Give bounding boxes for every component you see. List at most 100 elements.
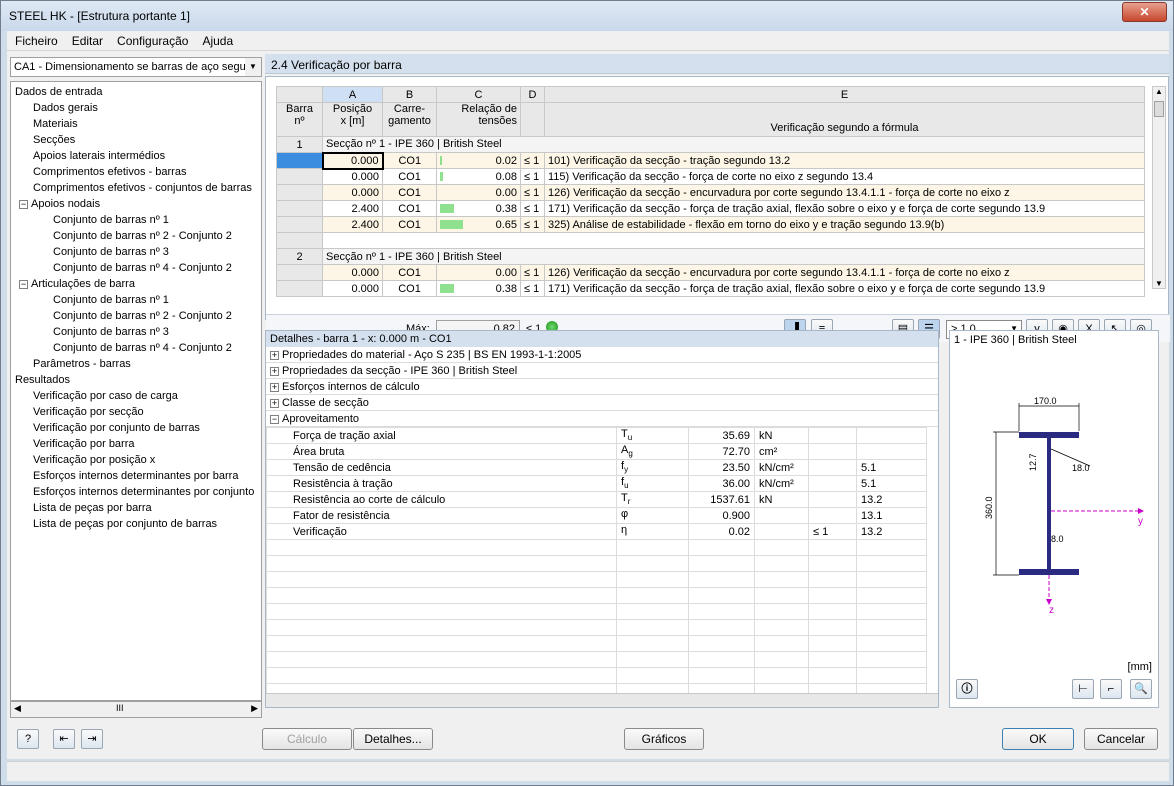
tree-item[interactable]: Conjunto de barras nº 2 - Conjunto 2 — [53, 308, 232, 324]
section-row[interactable]: + Propriedades da secção - IPE 360 | Brit… — [266, 363, 938, 379]
scroll-left-icon[interactable]: ◀ — [14, 703, 21, 714]
table-row[interactable]: 0.000 CO1 0.00 ≤ 1 126) Verificação da secçã… — [276, 184, 1145, 201]
tree-item[interactable]: Verificação por posição x — [33, 452, 155, 468]
row-header[interactable] — [276, 264, 323, 281]
tree-item[interactable]: Verificação por secção — [33, 404, 144, 420]
expand-icon[interactable]: + — [270, 351, 279, 360]
graphics-button[interactable]: Gráficos — [624, 728, 704, 750]
section-aproveitamento[interactable]: − Aproveitamento — [266, 411, 938, 427]
tree-item[interactable]: Verificação por conjunto de barras — [33, 420, 200, 436]
section-row[interactable]: + Classe de secção — [266, 395, 938, 411]
help-icon[interactable]: ? — [17, 729, 39, 749]
position-cell[interactable]: 0.000 — [322, 168, 383, 185]
export-icon[interactable]: ⇥ — [81, 729, 103, 749]
expand-icon[interactable]: + — [270, 383, 279, 392]
tree-root-results[interactable]: Resultados — [15, 372, 70, 388]
section-row[interactable]: + Esforços internos de cálculo — [266, 379, 938, 395]
zoom-icon[interactable]: 🔍 — [1130, 679, 1152, 699]
loading-cell[interactable]: CO1 — [382, 152, 437, 169]
tree-item[interactable]: Esforços internos determinantes por conj… — [33, 484, 254, 500]
info-icon[interactable]: ⓘ — [956, 679, 978, 699]
tree-item[interactable]: Conjunto de barras nº 1 — [53, 212, 169, 228]
grid-vertical-scrollbar[interactable]: ▲ ▼ — [1152, 86, 1166, 289]
menu-configuracao[interactable]: Configuração — [109, 31, 194, 48]
tree-root-input[interactable]: Dados de entrada — [15, 84, 102, 100]
tree-item[interactable]: Conjunto de barras nº 3 — [53, 324, 169, 340]
tree-item[interactable]: Conjunto de barras nº 1 — [53, 292, 169, 308]
loading-cell[interactable]: CO1 — [382, 184, 437, 201]
formula-cell[interactable]: 171) Verificação da secção - força de tr… — [544, 200, 1145, 217]
section-row[interactable]: + Propriedades do material - Aço S 235 | … — [266, 347, 938, 363]
scroll-right-icon[interactable]: ▶ — [251, 703, 258, 714]
tree-item[interactable]: Lista de peças por barra — [33, 500, 152, 516]
close-button[interactable]: ✕ — [1122, 2, 1167, 22]
tree-item[interactable]: Verificação por caso de carga — [33, 388, 178, 404]
row-header[interactable] — [276, 200, 323, 217]
position-cell[interactable]: 2.400 — [322, 200, 383, 217]
loading-cell[interactable]: CO1 — [382, 280, 437, 297]
collapse-icon[interactable]: − — [19, 280, 28, 289]
tree-item-nodal-supports[interactable]: − Apoios nodais — [19, 196, 100, 212]
row-header[interactable] — [276, 168, 323, 185]
column-letter[interactable]: A — [322, 86, 383, 103]
member-number[interactable]: 1 — [276, 136, 323, 153]
position-cell[interactable]: 0.000 — [322, 184, 383, 201]
tree-horizontal-scrollbar[interactable]: ◀ III ▶ — [10, 701, 262, 718]
row-header[interactable] — [276, 280, 323, 297]
expand-icon[interactable]: + — [270, 399, 279, 408]
loading-cell[interactable]: CO1 — [382, 216, 437, 233]
column-letter[interactable]: B — [382, 86, 437, 103]
position-cell[interactable]: 2.400 — [322, 216, 383, 233]
formula-cell[interactable]: 325) Análise de estabilidade - flexão em… — [544, 216, 1145, 233]
tree-item[interactable]: Esforços internos determinantes por barr… — [33, 468, 238, 484]
ratio-cell[interactable]: 0.38 — [436, 200, 521, 217]
loading-cell[interactable]: CO1 — [382, 264, 437, 281]
ratio-cell[interactable]: 0.00 — [436, 184, 521, 201]
row-header[interactable] — [276, 216, 323, 233]
tree-item[interactable]: Dados gerais — [33, 100, 98, 116]
ratio-cell[interactable]: 0.00 — [436, 264, 521, 281]
column-letter[interactable]: D — [520, 86, 545, 103]
table-group-row[interactable]: 1 Secção nº 1 - IPE 360 | British Steel — [276, 136, 1145, 153]
tree-item[interactable]: Conjunto de barras nº 4 - Conjunto 2 — [53, 260, 232, 276]
tree-item-member-hinges[interactable]: − Articulações de barra — [19, 276, 135, 292]
table-row[interactable]: 0.000 CO1 0.08 ≤ 1 115) Verificação da secçã… — [276, 168, 1145, 185]
axes-icon[interactable]: ⌐ — [1100, 679, 1122, 699]
tree-item[interactable]: Comprimentos efetivos - conjuntos de bar… — [33, 180, 252, 196]
scroll-up-icon[interactable]: ▲ — [1155, 87, 1163, 96]
chevron-down-icon[interactable]: ▼ — [245, 58, 261, 76]
table-row[interactable]: 2.400 CO1 0.38 ≤ 1 171) Verificação da secçã… — [276, 200, 1145, 217]
tree-item-parameters[interactable]: Parâmetros - barras — [33, 356, 131, 372]
menu-editar[interactable]: Editar — [64, 31, 109, 48]
calc-button[interactable]: Cálculo — [262, 728, 352, 750]
table-row[interactable]: 0.000 CO1 0.02 ≤ 1 101) Verificação da secçã… — [276, 151, 1145, 170]
collapse-icon[interactable]: − — [270, 415, 279, 424]
formula-cell[interactable]: 115) Verificação da secção - força de co… — [544, 168, 1145, 185]
tree-item[interactable]: Apoios laterais intermédios — [33, 148, 165, 164]
tree-item[interactable]: Materiais — [33, 116, 78, 132]
menu-ficheiro[interactable]: Ficheiro — [7, 31, 64, 48]
ratio-cell[interactable]: 0.38 — [436, 280, 521, 297]
row-header[interactable] — [276, 184, 323, 201]
ok-button[interactable]: OK — [1002, 728, 1074, 750]
formula-cell[interactable]: 126) Verificação da secção - encurvadura… — [544, 264, 1145, 281]
table-row[interactable]: 0.000 CO1 0.38 ≤ 1 171) Verificação da secçã… — [276, 280, 1145, 297]
tree-item[interactable]: Secções — [33, 132, 75, 148]
scroll-thumb[interactable] — [1154, 101, 1164, 117]
menu-ajuda[interactable]: Ajuda — [194, 31, 239, 48]
dimension-icon[interactable]: ⊢ — [1072, 679, 1094, 699]
column-letter[interactable]: E — [544, 86, 1145, 103]
column-letter[interactable]: C — [436, 86, 521, 103]
member-number[interactable]: 2 — [276, 248, 323, 265]
table-group-row[interactable]: 2 Secção nº 1 - IPE 360 | British Steel — [276, 248, 1145, 265]
formula-cell[interactable]: 101) Verificação da secção - tração segu… — [544, 152, 1145, 169]
formula-cell[interactable]: 126) Verificação da secção - encurvadura… — [544, 184, 1145, 201]
loading-cell[interactable]: CO1 — [382, 200, 437, 217]
formula-cell[interactable]: 171) Verificação da secção - força de tr… — [544, 280, 1145, 297]
tree-item[interactable]: Comprimentos efetivos - barras — [33, 164, 186, 180]
design-case-select[interactable]: CA1 - Dimensionamento se barras de aço s… — [10, 57, 262, 77]
tree-item[interactable]: Conjunto de barras nº 3 — [53, 244, 169, 260]
collapse-icon[interactable]: − — [19, 200, 28, 209]
ratio-cell[interactable]: 0.08 — [436, 168, 521, 185]
import-icon[interactable]: ⇤ — [53, 729, 75, 749]
